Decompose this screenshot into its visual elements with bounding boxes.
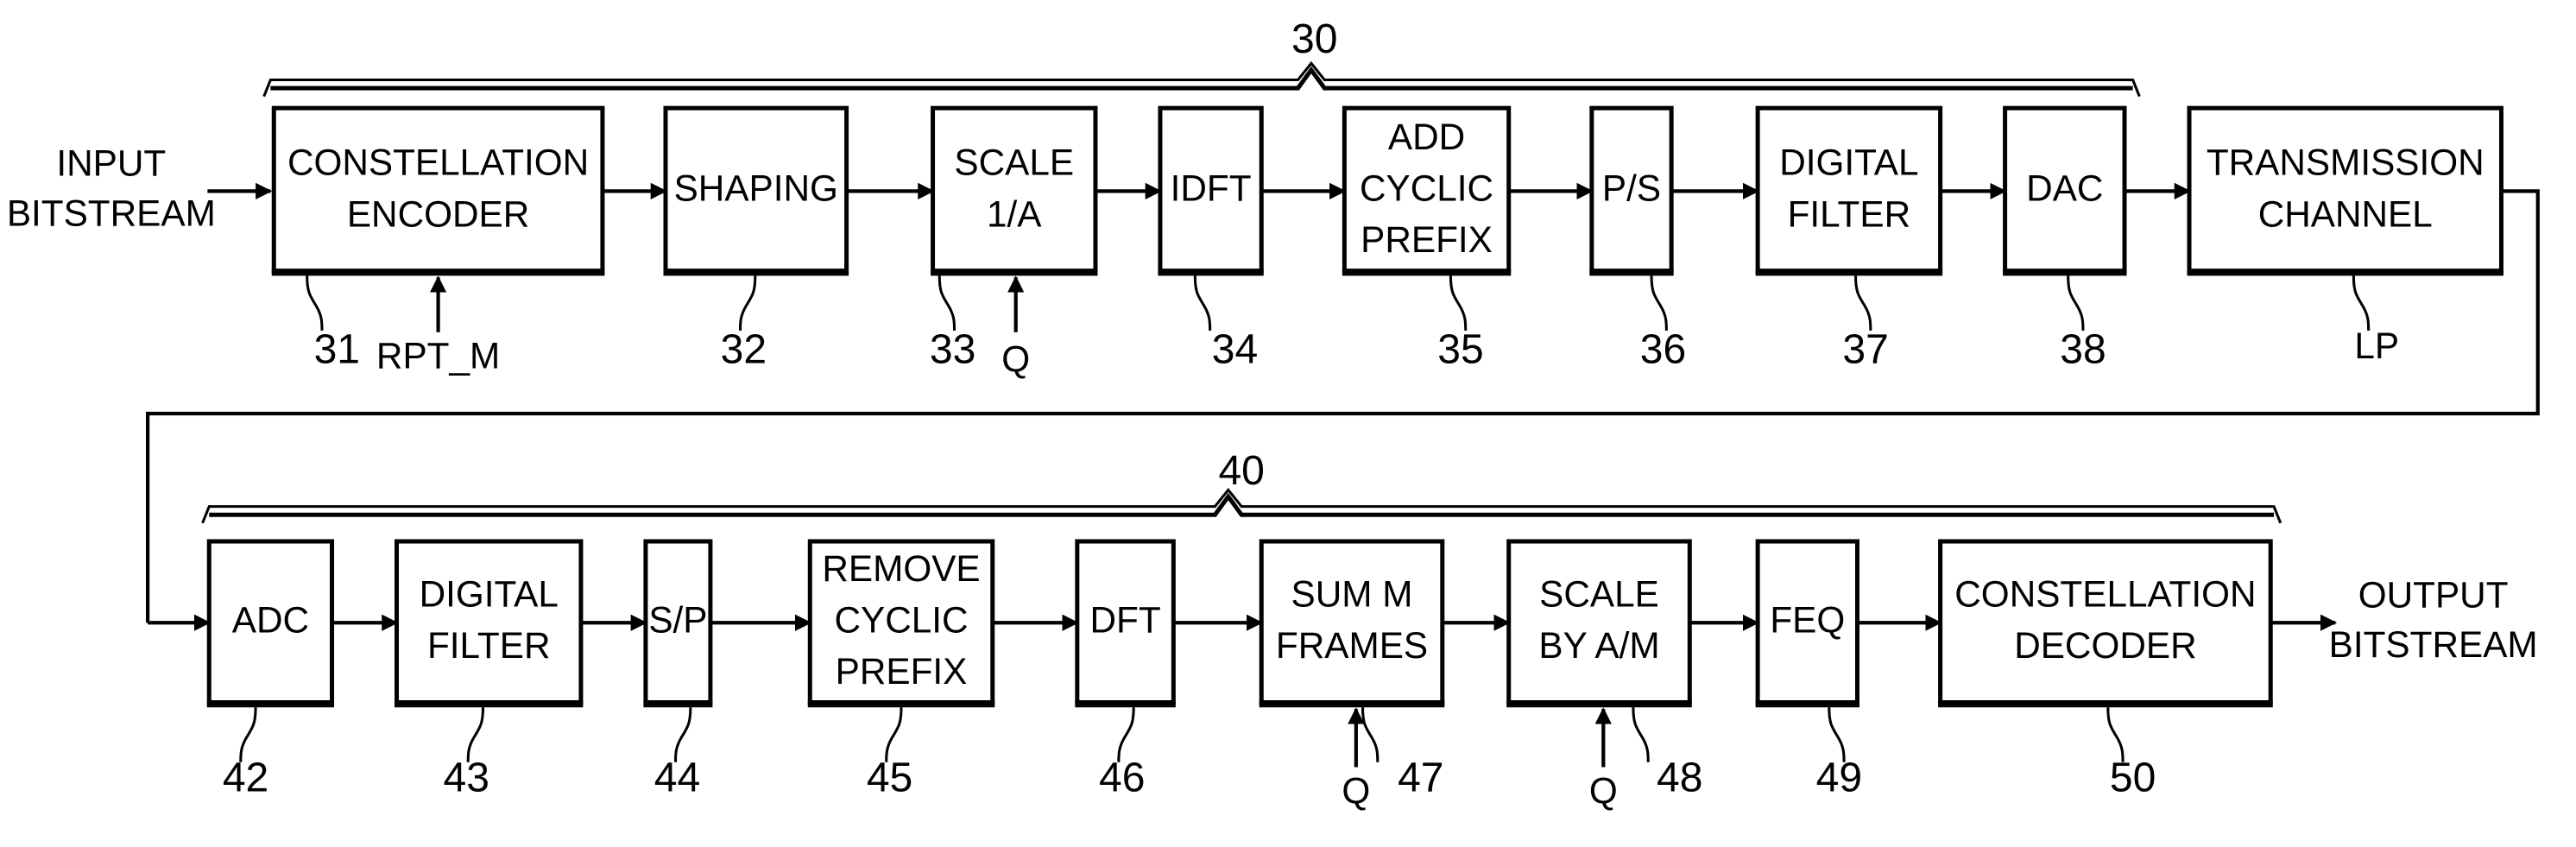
leader-scale-1-a: [938, 275, 957, 331]
block-constellation-decoder-box: [1938, 539, 2273, 705]
block-digital-filter-tx-box: [1755, 105, 1943, 274]
ref-digital-filter-rx: 43: [444, 755, 489, 801]
block-remove-cyclic-prefix-label: PREFIX: [836, 651, 968, 692]
block-digital-filter-tx-label: DIGITAL: [1779, 142, 1918, 183]
ref-sum-m-frames: 47: [1398, 755, 1443, 801]
block-constellation-encoder-box: [271, 105, 605, 274]
block-constellation-decoder-box-shadow: [1938, 700, 2273, 708]
block-constellation-encoder-label: ENCODER: [347, 193, 529, 234]
ref-dft: 46: [1099, 755, 1145, 801]
block-idft-box-shadow: [1158, 269, 1264, 276]
block-remove-cyclic-prefix-label: CYCLIC: [834, 599, 968, 640]
block-scale-by-a-m-label: BY A/M: [1538, 625, 1659, 666]
block-shaping-box-shadow: [663, 269, 849, 276]
ref-idft: 34: [1212, 326, 1258, 373]
ref-scale-1-a: 33: [930, 326, 975, 373]
block-dft-label: DFT: [1089, 599, 1160, 640]
block-add-cyclic-prefix-label: PREFIX: [1361, 219, 1493, 260]
ref-transmission-channel: LP: [2354, 326, 2399, 366]
ofdm-block-diagram: 30 INPUT BITSTREAM CONSTELLATION ENCODER 31 SH…: [7, 16, 2540, 811]
block-digital-filter-tx-label: FILTER: [1788, 193, 1911, 234]
leader-shaping: [738, 275, 757, 331]
input-bitstream-label: INPUT: [56, 143, 166, 184]
block-sum-m-frames-box: [1259, 539, 1445, 705]
block-constellation-encoder-label: CONSTELLATION: [287, 142, 589, 183]
ref-p-s: 36: [1640, 326, 1686, 373]
block-p-s-box-shadow: [1589, 269, 1674, 276]
block-digital-filter-rx-box-shadow: [395, 700, 584, 708]
block-sum-m-frames-box-shadow: [1259, 700, 1445, 708]
block-digital-filter-tx-box-shadow: [1755, 269, 1943, 276]
block-constellation-decoder-label: DECODER: [2014, 625, 2196, 666]
block-adc-label: ADC: [232, 599, 309, 640]
block-scale-by-a-m-box-shadow: [1506, 700, 1692, 708]
block-dac-box-shadow: [2003, 269, 2127, 276]
q-scale-rx-label: Q: [1589, 770, 1618, 811]
ref-dac: 38: [2060, 326, 2106, 373]
block-transmission-channel-label: TRANSMISSION: [2207, 142, 2484, 183]
block-feq-label: FEQ: [1770, 599, 1845, 640]
block-digital-filter-rx-label: DIGITAL: [420, 574, 559, 615]
output-bitstream-label: BITSTREAM: [2329, 624, 2538, 665]
transmitter-ref-label: 30: [1291, 16, 1337, 62]
leader-digital-filter-tx: [1854, 275, 1872, 331]
block-shaping-label: SHAPING: [674, 168, 838, 208]
block-scale-1-a-label: 1/A: [987, 193, 1042, 234]
block-remove-cyclic-prefix-box-shadow: [807, 700, 995, 708]
output-bitstream-label: OUTPUT: [2358, 575, 2509, 616]
block-transmission-channel-box: [2187, 105, 2503, 274]
block-sum-m-frames-label: FRAMES: [1276, 625, 1428, 666]
receiver-brace-outer: [201, 487, 2282, 524]
block-remove-cyclic-prefix-label: REMOVE: [822, 548, 980, 589]
receiver-ref-label: 40: [1218, 447, 1264, 494]
block-s-p-box-shadow: [643, 700, 713, 708]
block-s-p-label: S/P: [648, 599, 707, 640]
block-scale-1-a-label: SCALE: [954, 142, 1074, 183]
block-transmission-channel-box-shadow: [2187, 269, 2503, 276]
block-sum-m-frames-label: SUM M: [1291, 574, 1413, 615]
block-digital-filter-rx-box: [395, 539, 584, 705]
block-dac-label: DAC: [2026, 168, 2103, 208]
ref-constellation-encoder: 31: [314, 326, 360, 373]
leader-constellation-encoder: [306, 275, 324, 331]
ref-constellation-decoder: 50: [2110, 755, 2156, 801]
block-add-cyclic-prefix-box-shadow: [1342, 269, 1512, 276]
block-scale-by-a-m-box: [1506, 539, 1692, 705]
block-add-cyclic-prefix-label: CYCLIC: [1360, 168, 1493, 208]
ref-remove-cyclic-prefix: 45: [867, 755, 912, 801]
block-idft-label: IDFT: [1171, 168, 1252, 208]
ref-scale-by-a-m: 48: [1657, 755, 1702, 801]
block-scale-1-a-box-shadow: [931, 269, 1098, 276]
ref-add-cyclic-prefix: 35: [1437, 326, 1483, 373]
ref-adc: 42: [223, 755, 268, 801]
block-transmission-channel-label: CHANNEL: [2258, 193, 2433, 234]
leader-dac: [2067, 275, 2085, 331]
block-feq-box-shadow: [1755, 700, 1859, 708]
ref-digital-filter-tx: 37: [1842, 326, 1888, 373]
block-scale-1-a-box: [931, 105, 1098, 274]
input-bitstream-label: BITSTREAM: [7, 193, 216, 233]
ref-s-p: 44: [654, 755, 700, 801]
block-add-cyclic-prefix-label: ADD: [1388, 117, 1465, 157]
q-sum-label: Q: [1342, 770, 1370, 811]
leader-add-cyclic-prefix: [1449, 275, 1468, 331]
ref-shaping: 32: [721, 326, 767, 373]
ref-feq: 49: [1816, 755, 1862, 801]
q-scale-tx-label: Q: [1001, 339, 1030, 380]
block-constellation-encoder-box-shadow: [271, 269, 605, 276]
block-scale-by-a-m-label: SCALE: [1539, 574, 1659, 615]
leader-p-s: [1650, 275, 1668, 331]
leader-transmission-channel: [2352, 275, 2371, 331]
block-dft-box-shadow: [1075, 700, 1176, 708]
leader-idft: [1193, 275, 1212, 331]
block-digital-filter-rx-label: FILTER: [427, 625, 551, 666]
leader-sum-m-frames: [1361, 707, 1380, 762]
block-p-s-label: P/S: [1602, 168, 1661, 208]
block-adc-box-shadow: [206, 700, 335, 708]
transmitter-brace-outer: [262, 60, 2141, 98]
leader-scale-by-a-m: [1632, 707, 1650, 762]
block-constellation-decoder-label: CONSTELLATION: [1954, 574, 2256, 615]
rpt-m-label: RPT_M: [376, 336, 500, 376]
